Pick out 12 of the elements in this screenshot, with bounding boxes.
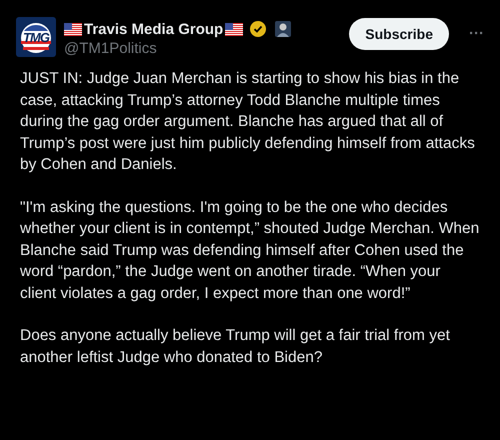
- subscribe-button[interactable]: Subscribe: [349, 18, 449, 50]
- account-logo[interactable]: TMG: [16, 17, 56, 57]
- post-paragraph: "I'm asking the questions. I'm going to be the one who decides whether your client is in contempt,” shouted Judge Merchan. When Blanche said Trump was defending himself after Cohen used the word “pardon,” the Judge went on another tirade. “When your client violates a gag order, I expect more than one word!”: [20, 198, 480, 304]
- account-name[interactable]: Travis Media Group: [84, 20, 224, 38]
- flag-icon: [225, 22, 244, 36]
- affiliate-badge-icon: [275, 21, 292, 37]
- more-button[interactable]: ···: [465, 17, 488, 49]
- post-paragraph: JUST IN: Judge Juan Merchan is starting to show his bias in the case, attacking Trump’s attorney Todd Blanche multiple times during the gag order argument. Blanche has argued that all of Trump’s post were just him publicly defending himself from attacks by Cohen and Daniels.: [20, 69, 476, 175]
- post-paragraph: Does anyone actually believe Trump will get a fair trial from yet another leftist Judge who donated to Biden?: [20, 326, 451, 368]
- account-handle[interactable]: @TM1Politics: [64, 40, 342, 57]
- flag-icon: [64, 22, 82, 36]
- logo-text: TMG: [23, 30, 49, 44]
